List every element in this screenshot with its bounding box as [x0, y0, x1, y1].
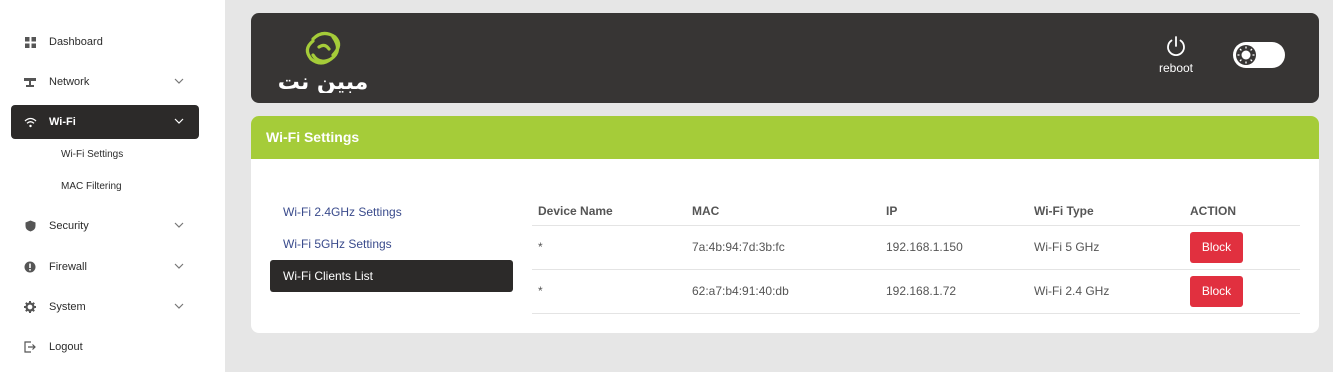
sidebar-item-firewall[interactable]: Firewall: [11, 250, 199, 284]
sidebar-item-wifi[interactable]: Wi-Fi: [11, 105, 199, 139]
table-row: * 62:a7:b4:91:40:db 192.168.1.72 Wi-Fi 2…: [532, 269, 1300, 314]
sidebar-item-security[interactable]: Security: [11, 209, 199, 243]
sidebar-item-logout[interactable]: Logout: [11, 330, 199, 364]
cell-action: Block: [1184, 269, 1300, 314]
shield-icon: [23, 219, 37, 233]
column-header-action: ACTION: [1184, 197, 1300, 226]
sidebar-item-label: Security: [49, 220, 89, 232]
sidebar: Dashboard Network Wi-Fi Wi-Fi Settings M…: [0, 0, 225, 372]
column-header-ip: IP: [880, 197, 1028, 226]
cell-ip: 192.168.1.72: [880, 269, 1028, 314]
tab-wifi-clients-list[interactable]: Wi-Fi Clients List: [270, 260, 513, 292]
cell-mac: 7a:4b:94:7d:3b:fc: [686, 225, 880, 270]
column-header-device-name: Device Name: [532, 197, 686, 226]
gear-icon: [23, 300, 37, 314]
settings-tabs: Wi-Fi 2.4GHz Settings Wi-Fi 5GHz Setting…: [270, 196, 513, 292]
cell-ip: 192.168.1.150: [880, 225, 1028, 270]
cell-action: Block: [1184, 225, 1300, 270]
tab-wifi-2-4ghz-settings[interactable]: Wi-Fi 2.4GHz Settings: [270, 196, 513, 228]
brand-logo: مبین نت: [273, 23, 373, 95]
network-icon: [23, 75, 37, 89]
cell-mac: 62:a7:b4:91:40:db: [686, 269, 880, 314]
chevron-down-icon: [174, 78, 184, 84]
logout-icon: [23, 340, 37, 354]
grid-icon: [23, 35, 37, 49]
power-icon: [1167, 36, 1185, 57]
chevron-down-icon: [174, 263, 184, 269]
theme-toggle[interactable]: [1233, 42, 1285, 68]
reboot-label: reboot: [1158, 61, 1194, 75]
sidebar-item-label: Wi-Fi: [49, 116, 76, 128]
firewall-icon: [23, 260, 37, 274]
sidebar-item-label: Network: [49, 76, 90, 88]
sidebar-item-label: Logout: [49, 341, 83, 353]
sidebar-item-dashboard[interactable]: Dashboard: [11, 25, 199, 59]
block-button[interactable]: Block: [1190, 231, 1243, 263]
sidebar-subitem-wifi-settings[interactable]: Wi-Fi Settings: [61, 149, 123, 160]
cell-wifi-type: Wi-Fi 5 GHz: [1028, 225, 1184, 270]
tab-wifi-5ghz-settings[interactable]: Wi-Fi 5GHz Settings: [270, 228, 513, 260]
cell-device-name: *: [532, 225, 686, 270]
sidebar-subitem-mac-filtering[interactable]: MAC Filtering: [61, 181, 122, 192]
sidebar-item-system[interactable]: System: [11, 290, 199, 324]
chevron-down-icon: [174, 303, 184, 309]
wifi-settings-card: Wi-Fi Settings Wi-Fi 2.4GHz Settings Wi-…: [251, 116, 1319, 333]
sun-icon: [1236, 45, 1256, 65]
chevron-down-icon: [174, 222, 184, 228]
sidebar-item-network[interactable]: Network: [11, 65, 199, 99]
clients-table: Device Name MAC IP Wi-Fi Type ACTION * 7…: [532, 197, 1300, 314]
wifi-icon: [23, 115, 37, 129]
sidebar-item-label: Dashboard: [49, 36, 103, 48]
svg-text:مبین نت: مبین نت: [278, 70, 369, 93]
sidebar-item-label: System: [49, 301, 86, 313]
top-header: مبین نت reboot: [251, 13, 1319, 103]
table-row: * 7a:4b:94:7d:3b:fc 192.168.1.150 Wi-Fi …: [532, 225, 1300, 270]
column-header-wifi-type: Wi-Fi Type: [1028, 197, 1184, 226]
block-button[interactable]: Block: [1190, 275, 1243, 307]
cell-device-name: *: [532, 269, 686, 314]
card-title: Wi-Fi Settings: [251, 116, 1319, 159]
reboot-button[interactable]: reboot: [1151, 35, 1201, 85]
cell-wifi-type: Wi-Fi 2.4 GHz: [1028, 269, 1184, 314]
column-header-mac: MAC: [686, 197, 880, 226]
table-header-row: Device Name MAC IP Wi-Fi Type ACTION: [532, 197, 1300, 226]
sidebar-item-label: Firewall: [49, 261, 87, 273]
chevron-down-icon: [174, 118, 184, 124]
